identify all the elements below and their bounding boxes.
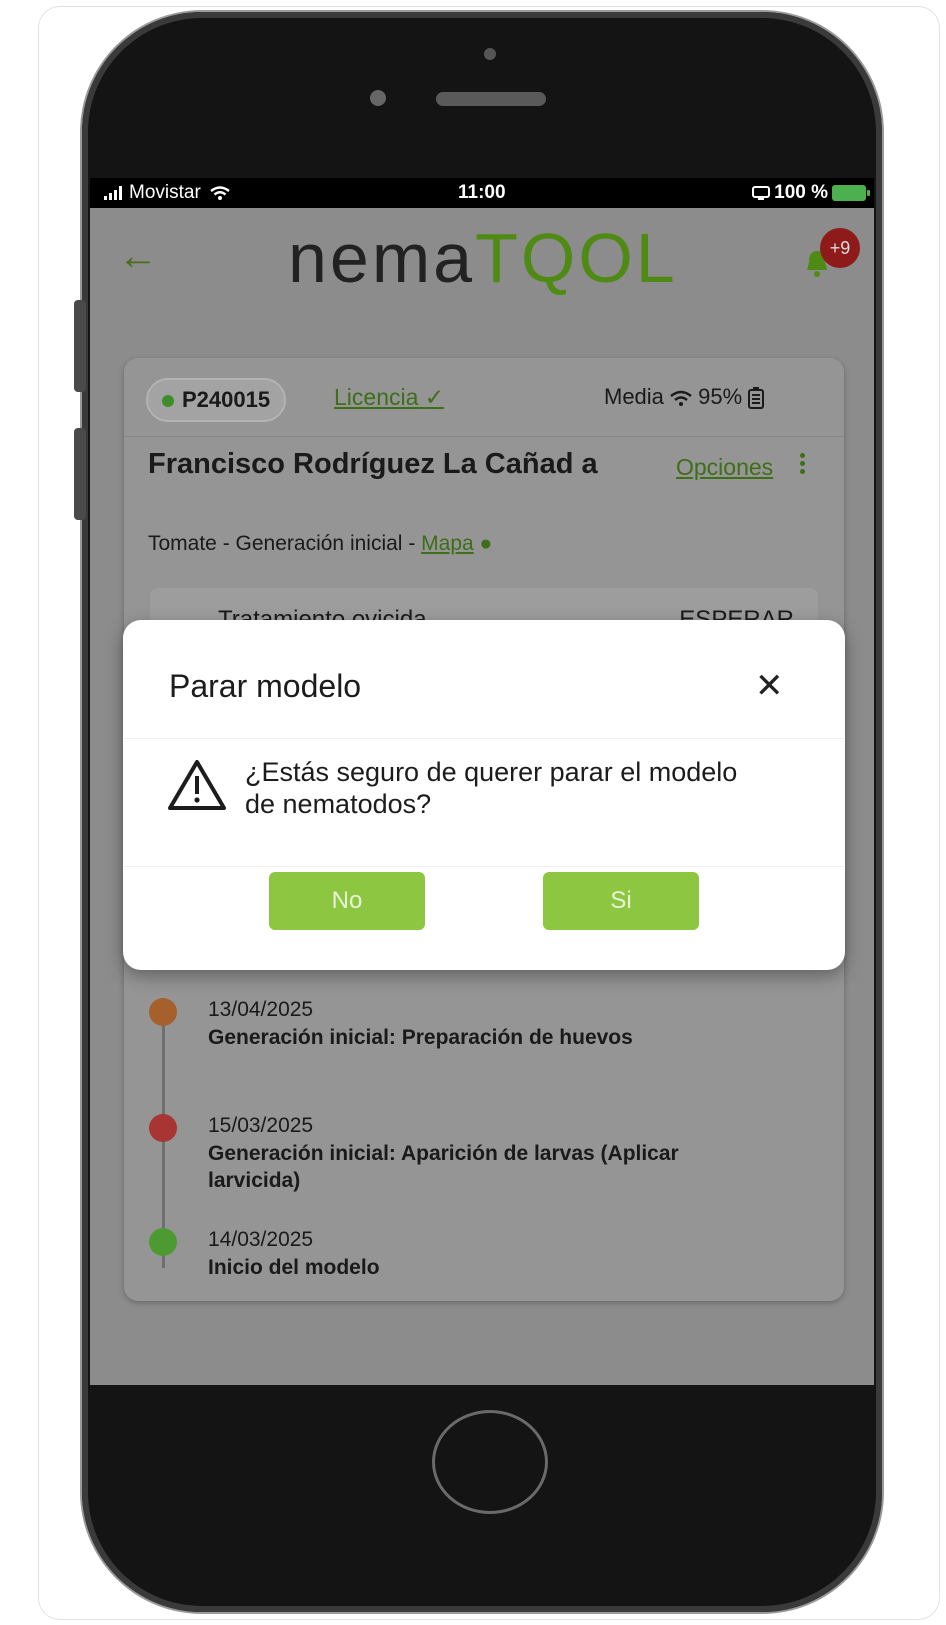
generation-name: Generación inicial <box>235 532 403 555</box>
battery-percent: 100 % <box>774 182 828 203</box>
volume-up-button <box>74 300 86 392</box>
separator: - <box>216 532 236 555</box>
divider <box>124 436 844 437</box>
timeline-dot <box>149 1114 177 1142</box>
map-link[interactable]: Mapa <box>421 532 474 555</box>
wifi-icon <box>670 390 692 407</box>
battery-icon <box>832 184 870 201</box>
wifi-icon <box>210 186 230 200</box>
front-camera <box>370 90 386 106</box>
battery-status: 100 % <box>752 182 870 204</box>
status-dot <box>162 395 174 408</box>
back-arrow-icon[interactable]: ← <box>118 234 158 279</box>
battery-icon <box>748 387 765 410</box>
plot-id: P240015 <box>182 387 271 412</box>
map-pin-icon: ● <box>479 532 493 555</box>
status-bar: Movistar 11:00 100 % <box>90 178 874 208</box>
signal-status: Media 95% <box>604 384 765 410</box>
timeline-dot <box>149 1228 177 1256</box>
license-label: Licencia <box>334 384 419 410</box>
signal-percent: 95% <box>698 384 743 409</box>
dialog-title: Parar modelo <box>169 668 362 704</box>
plot-id-badge[interactable]: P240015 <box>146 378 287 422</box>
crop-info: Tomate - Generación inicial - Mapa ● <box>148 532 492 556</box>
no-button[interactable]: No <box>269 872 425 930</box>
more-vertical-icon[interactable] <box>800 450 808 480</box>
volume-down-button <box>74 428 86 520</box>
earpiece-speaker <box>436 92 546 106</box>
timeline-title: Inicio del modelo <box>208 1256 380 1279</box>
notification-badge: +9 <box>820 228 860 268</box>
separator: - <box>402 532 422 555</box>
check-icon: ✓ <box>424 384 445 410</box>
divider <box>123 866 845 867</box>
logo-text: nema <box>288 219 476 297</box>
carrier-name: Movistar <box>129 182 201 203</box>
timeline-date: 13/04/2025 <box>208 998 314 1021</box>
carrier: Movistar <box>104 182 230 204</box>
timeline-title: Generación inicial: Preparación de huevo… <box>208 1026 633 1049</box>
signal-icon <box>104 185 122 200</box>
options-link[interactable]: Opciones <box>676 454 773 481</box>
farm-name: Francisco Rodríguez La Cañad a <box>148 448 598 480</box>
close-icon[interactable]: ✕ <box>755 666 784 706</box>
yes-button[interactable]: Si <box>543 872 699 930</box>
warning-icon <box>168 760 226 810</box>
timeline-dot <box>149 998 177 1026</box>
logo-text-green: TQOL <box>475 219 678 297</box>
divider <box>123 738 845 739</box>
home-button[interactable] <box>432 1410 548 1514</box>
front-sensor <box>484 48 496 60</box>
timeline-date: 14/03/2025 <box>208 1228 314 1251</box>
app-logo: nemaTQOL <box>288 218 678 298</box>
timeline-date: 15/03/2025 <box>208 1114 314 1137</box>
stop-model-dialog: Parar modelo ✕ ¿Estás seguro de querer p… <box>123 620 845 970</box>
crop-name: Tomate <box>148 532 217 555</box>
timeline-title: Generación inicial: Aparición de larvas … <box>208 1142 679 1192</box>
signal-label: Media <box>604 384 664 409</box>
screen-mirror-icon <box>752 185 771 200</box>
license-link[interactable]: Licencia ✓ <box>334 384 444 411</box>
dialog-message: ¿Estás seguro de querer parar el modelo … <box>245 757 738 819</box>
clock: 11:00 <box>458 182 506 203</box>
